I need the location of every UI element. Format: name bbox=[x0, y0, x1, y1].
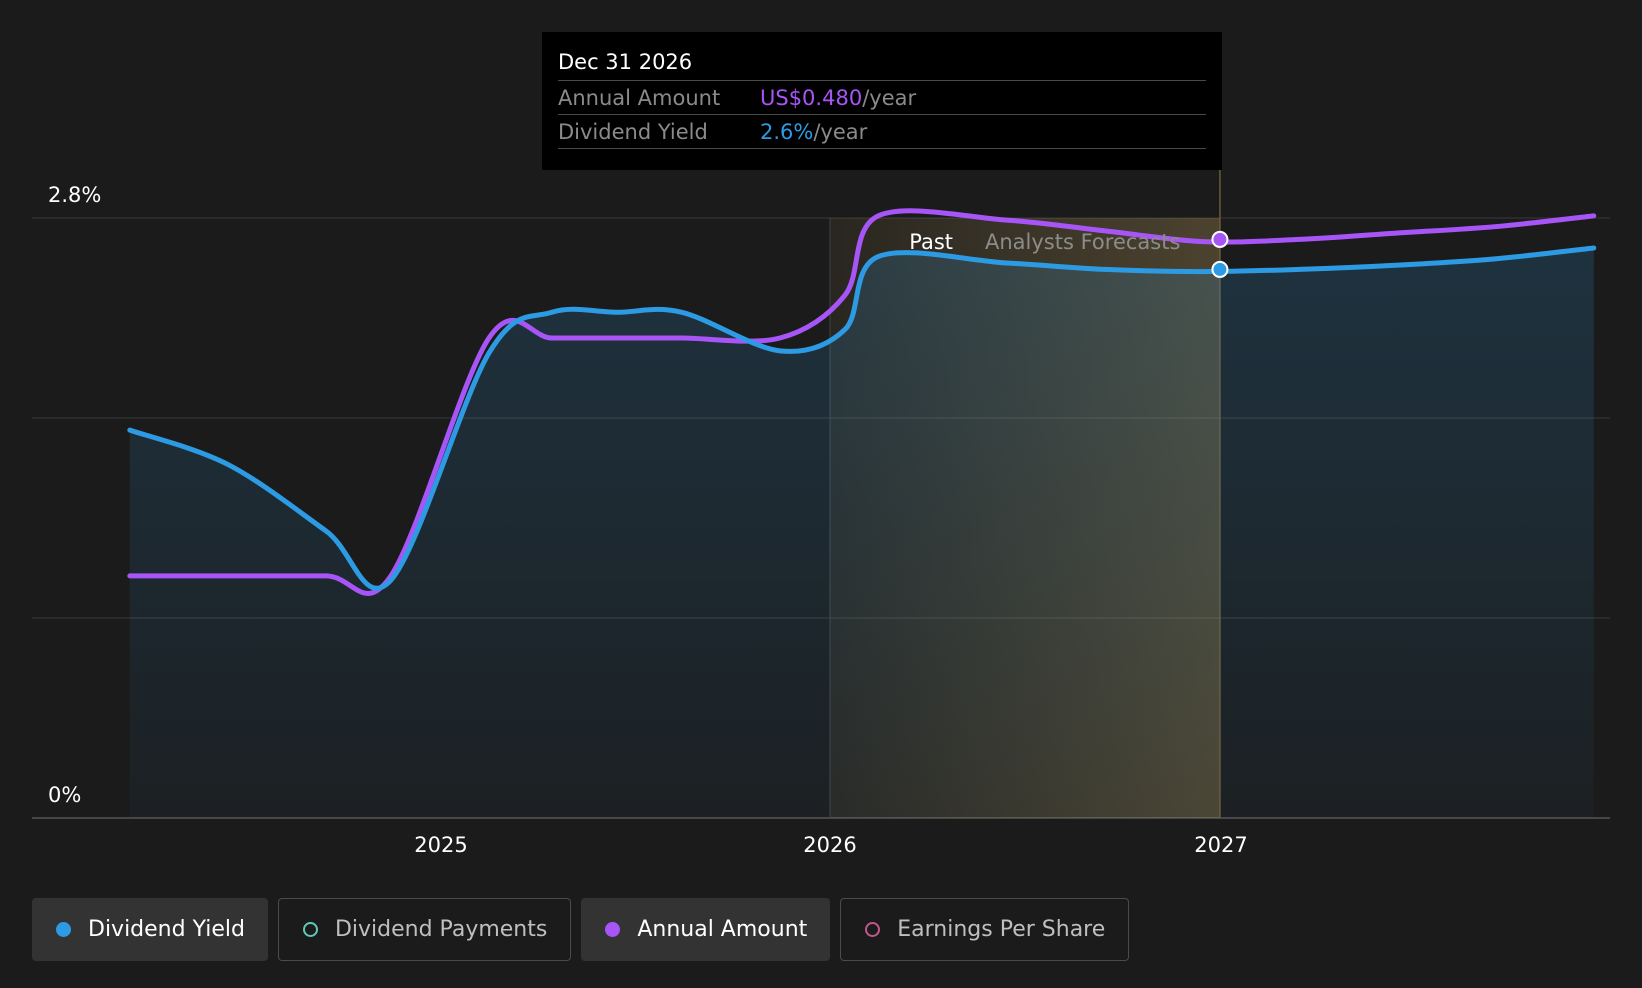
x-tick-label: 2027 bbox=[1194, 833, 1247, 857]
x-tick-label: 2026 bbox=[803, 833, 856, 857]
forecast-label: Analysts Forecasts bbox=[985, 230, 1180, 254]
legend-label: Dividend Yield bbox=[88, 917, 245, 942]
dividend-yield-marker bbox=[1211, 260, 1229, 278]
dividend-yield-area bbox=[129, 248, 1594, 818]
legend-ring-icon bbox=[865, 922, 881, 937]
legend-dividend-yield[interactable]: Dividend Yield bbox=[32, 898, 268, 961]
tooltip-value: 2.6% bbox=[760, 120, 814, 144]
tooltip-unit: /year bbox=[813, 120, 868, 144]
legend-label: Earnings Per Share bbox=[897, 917, 1106, 942]
y-tick-label: 2.8% bbox=[48, 183, 101, 207]
tooltip-label: Annual Amount bbox=[558, 86, 721, 110]
legend-ring-icon bbox=[302, 922, 318, 937]
chart-legend: Dividend Yield Dividend Payments Annual … bbox=[32, 898, 1130, 961]
past-label: Past bbox=[909, 230, 953, 254]
legend-label: Dividend Payments bbox=[334, 917, 548, 942]
legend-label: Annual Amount bbox=[637, 917, 808, 942]
tooltip-unit: /year bbox=[862, 86, 917, 110]
tooltip-date: Dec 31 2026 bbox=[558, 32, 1206, 81]
legend-dot-icon bbox=[56, 922, 71, 937]
legend-earnings-per-share[interactable]: Earnings Per Share bbox=[840, 898, 1130, 961]
tooltip-row-dividend-yield: Dividend Yield 2.6% /year bbox=[558, 115, 1206, 149]
legend-annual-amount[interactable]: Annual Amount bbox=[581, 898, 831, 961]
x-tick-label: 2025 bbox=[414, 833, 467, 857]
tooltip-row-annual-amount: Annual Amount US$0.480 /year bbox=[558, 81, 1206, 115]
tooltip-label: Dividend Yield bbox=[558, 120, 708, 144]
legend-dot-icon bbox=[605, 922, 621, 937]
annual-amount-marker bbox=[1211, 230, 1229, 248]
y-tick-label: 0% bbox=[48, 783, 81, 807]
legend-dividend-payments[interactable]: Dividend Payments bbox=[277, 898, 572, 961]
tooltip-value: US$0.480 bbox=[760, 86, 863, 110]
chart-tooltip: Dec 31 2026 Annual Amount US$0.480 /year… bbox=[542, 32, 1222, 170]
